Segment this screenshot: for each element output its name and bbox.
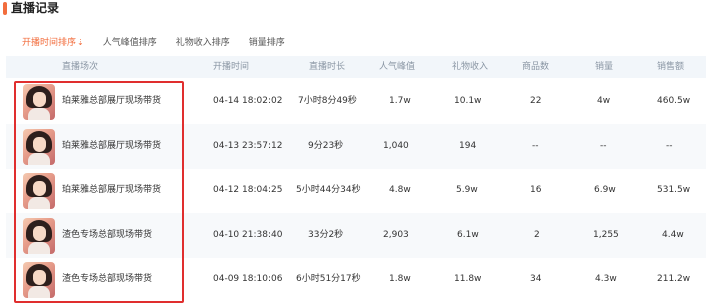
peak-popularity: 2,903 [383, 230, 409, 240]
sales-volume: 4.3w [595, 274, 617, 284]
peak-popularity: 1.7w [389, 96, 411, 106]
duration: 5小时44分34秒 [296, 185, 361, 195]
session-name[interactable]: 渣色专场总部现场带货 [62, 257, 152, 302]
sort-tab-label: 开播时间排序 [22, 38, 77, 48]
page-title: 直播记录 [11, 1, 60, 15]
table-row[interactable]: 渣色专场总部现场带货 04-09 18:10:06 6小时51分17秒 1.8w… [6, 257, 706, 302]
start-time: 04-09 18:10:06 [213, 274, 283, 284]
sort-tab-sales[interactable]: 销量排序 [249, 36, 285, 50]
live-cover-thumbnail[interactable] [23, 84, 55, 120]
table-row[interactable]: 珀莱雅总部展厅现场带货 04-13 23:57:12 9分23秒 1,040 1… [6, 124, 706, 169]
table-row[interactable]: 珀莱雅总部展厅现场带货 04-14 18:02:02 7小时8分49秒 1.7w… [6, 79, 706, 124]
start-time: 04-10 21:38:40 [213, 230, 283, 240]
live-cover-thumbnail[interactable] [23, 262, 55, 298]
gift-income: 6.1w [457, 230, 479, 240]
revenue: 4.4w [662, 230, 684, 240]
start-time: 04-12 18:04:25 [213, 185, 283, 195]
table-row[interactable]: 珀莱雅总部展厅现场带货 04-12 18:04:25 5小时44分34秒 4.8… [6, 168, 706, 213]
sort-tab-peak[interactable]: 人气峰值排序 [103, 36, 157, 50]
sort-tabs: 开播时间排序⇣ 人气峰值排序 礼物收入排序 销量排序 [22, 36, 304, 50]
column-header-start-time: 开播时间 [213, 62, 250, 72]
session-name[interactable]: 珀莱雅总部展厅现场带货 [62, 168, 161, 213]
start-time: 04-14 18:02:02 [213, 96, 283, 106]
goods-count: 2 [534, 230, 540, 240]
column-header-duration: 直播时长 [309, 62, 346, 72]
revenue: 531.5w [657, 185, 691, 195]
column-header-sales: 销量 [595, 62, 614, 72]
column-header-revenue: 销售额 [657, 62, 685, 72]
goods-count: -- [532, 141, 539, 151]
live-cover-thumbnail[interactable] [23, 173, 55, 209]
duration: 33分2秒 [308, 230, 344, 240]
goods-count: 22 [530, 96, 542, 106]
start-time: 04-13 23:57:12 [213, 141, 283, 151]
sort-down-arrow-icon: ⇣ [77, 38, 84, 47]
column-header-gift: 礼物收入 [452, 62, 489, 72]
duration: 9分23秒 [308, 141, 344, 151]
session-name[interactable]: 珀莱雅总部展厅现场带货 [62, 124, 161, 169]
peak-popularity: 1.8w [389, 274, 411, 284]
session-name[interactable]: 渣色专场总部现场带货 [62, 213, 152, 258]
gift-income: 10.1w [454, 96, 482, 106]
sort-tab-start-time[interactable]: 开播时间排序⇣ [22, 36, 84, 50]
table-row[interactable]: 渣色专场总部现场带货 04-10 21:38:40 33分2秒 2,903 6.… [6, 213, 706, 258]
column-header-session: 直播场次 [62, 62, 99, 72]
sales-volume: -- [600, 141, 607, 151]
revenue: -- [666, 141, 673, 151]
gift-income: 194 [459, 141, 477, 151]
column-header-goods: 商品数 [522, 62, 550, 72]
live-cover-thumbnail[interactable] [23, 218, 55, 254]
sales-volume: 6.9w [594, 185, 616, 195]
gift-income: 5.9w [456, 185, 478, 195]
revenue: 211.2w [657, 274, 691, 284]
revenue: 460.5w [657, 96, 691, 106]
goods-count: 16 [530, 185, 542, 195]
gift-income: 11.8w [454, 274, 482, 284]
duration: 6小时51分17秒 [296, 274, 361, 284]
session-name[interactable]: 珀莱雅总部展厅现场带货 [62, 79, 161, 124]
peak-popularity: 4.8w [389, 185, 411, 195]
peak-popularity: 1,040 [383, 141, 409, 151]
goods-count: 34 [530, 274, 542, 284]
title-accent-bar [3, 2, 7, 15]
sales-volume: 4w [597, 96, 611, 106]
duration: 7小时8分49秒 [298, 96, 357, 106]
page-header: 直播记录 [0, 0, 720, 18]
live-cover-thumbnail[interactable] [23, 129, 55, 165]
table-header: 直播场次 开播时间 直播时长 人气峰值 礼物收入 商品数 销量 销售额 [6, 56, 706, 78]
column-header-peak: 人气峰值 [379, 62, 416, 72]
sales-volume: 1,255 [593, 230, 619, 240]
sort-tab-gift[interactable]: 礼物收入排序 [176, 36, 230, 50]
